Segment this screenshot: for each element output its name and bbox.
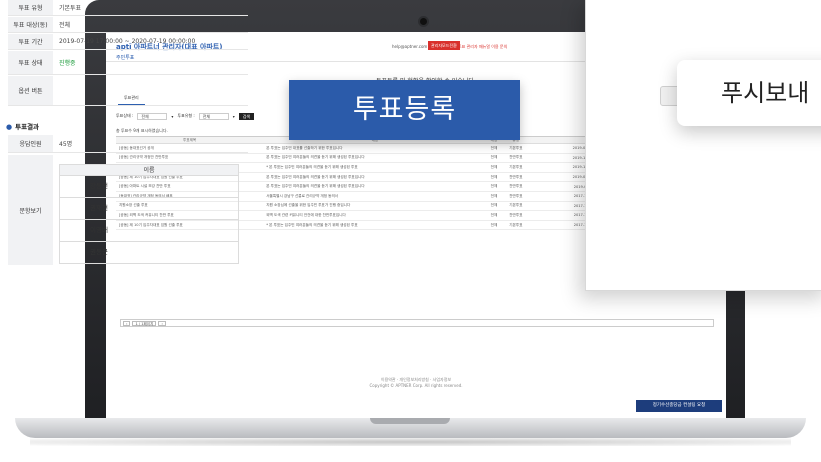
filter-status-select[interactable]: 전체: [137, 112, 168, 120]
detail-value: [53, 76, 248, 105]
vote-result-section-title: ● 투표결과: [6, 123, 40, 131]
filter-bar: 투표상태 : 전체 ▾ 투표유형 : 전체 ▾ 검색: [116, 112, 255, 120]
name-column-header: 이름: [59, 164, 239, 176]
respondents-value: 45명: [59, 141, 73, 148]
vote-target-cell: 전체: [486, 162, 502, 173]
laptop-notch: [370, 418, 450, 424]
detail-label: 옵션 버튼: [8, 76, 53, 105]
detail-label: 투표 대상(동): [8, 17, 53, 32]
vote-type-cell: 찬반투표: [501, 172, 531, 183]
vote-desc-cell: 지원 소장님에 선출을 위한 입주민 투표가 진행 중입니다: [263, 201, 487, 212]
respondent-name: 권동근: [59, 242, 239, 264]
question-label: 문항보기: [8, 155, 53, 265]
manual-link[interactable]: 투표 관리자 매뉴얼 이용 문의: [458, 44, 507, 50]
vote-type-cell: 찬반투표: [501, 181, 531, 192]
detail-row: 투표 상태 진행중: [8, 51, 248, 75]
vote-type-cell: 기본투표: [501, 143, 531, 154]
vote-target-cell: 전체: [486, 181, 502, 192]
vote-count: 총 투표수 9개 표시하였습니다.: [116, 128, 168, 133]
vote-desc-cell: 본 투표는 입주민 대표를 선출하기 위한 투표입니다: [263, 143, 487, 154]
bullet-icon: ●: [6, 123, 13, 131]
detail-row: 투표 기간 2019-07-19 17:00:00 ~ 2020-07-19 00…: [8, 34, 248, 50]
consulting-request-button[interactable]: 정기수선충당금 컨설팅 요청: [636, 400, 722, 412]
vote-desc-cell: 본 투표는 입주민 여러분들의 의견을 듣기 위해 생성된 투표입니다: [263, 153, 487, 164]
detail-value: 기본투표: [59, 5, 82, 12]
respondents-row: 응답인원 45명: [8, 135, 248, 153]
respondents-label: 응답인원: [8, 135, 53, 152]
vote-type-cell: 기본투표: [501, 201, 531, 212]
vote-desc-cell: 본 투표는 입주민 여러분들의 의견을 듣기 위해 생성된 투표입니다: [263, 181, 487, 192]
vote-desc-cell: * 본 투표는 입주민 여러분들의 의견을 듣기 위해 생성된 투표: [263, 220, 487, 231]
vote-target-cell: 전체: [486, 191, 502, 202]
detail-label: 투표 상태: [8, 51, 53, 74]
camera-dot: [420, 18, 427, 25]
vote-target-cell: 전체: [486, 210, 502, 221]
vote-target-cell: 전체: [486, 172, 502, 183]
detail-row: 옵션 버튼: [8, 76, 248, 106]
push-popup-label: 푸시보내: [721, 79, 810, 107]
vote-desc-cell: 서울특별시 강남구 선릉로 관리규약 개정 동의서: [263, 191, 487, 202]
vote-target-cell: 전체: [486, 153, 502, 164]
filter-status-label: 투표상태 :: [116, 113, 134, 118]
laptop-shadow: [30, 438, 791, 446]
vote-desc-cell: * 본 투표는 입주민 여러분들의 의견을 듣기 위해 생성된 투표: [263, 162, 487, 173]
vote-register-callout: 투표등록: [289, 80, 520, 140]
vote-type-cell: 찬반투표: [501, 210, 531, 221]
detail-label: 투표 유형: [8, 0, 53, 15]
admin-user-email: help@aptner.com ·: [392, 44, 430, 49]
pagination: ‹ 1 / 1페이지 ›: [120, 319, 714, 327]
vote-detail-panel: [585, 0, 821, 291]
vote-type-cell: 기본투표: [501, 220, 531, 231]
prev-page-button[interactable]: ‹: [123, 321, 131, 326]
chevron-down-icon: ▾: [171, 113, 174, 119]
vote-target-cell: 전체: [486, 143, 502, 154]
detail-label: 투표 기간: [8, 34, 53, 49]
vote-type-cell: 찬반투표: [501, 191, 531, 202]
detail-row: 투표 대상(동) 전체: [8, 17, 248, 33]
vote-desc-cell: 본 투표는 입주민 여러분들의 의견을 듣기 위해 생성된 투표입니다: [263, 172, 487, 183]
chevron-down-icon: ▾: [232, 113, 235, 119]
filter-type-select[interactable]: 전체: [198, 112, 229, 120]
filter-type-label: 투표유형 :: [177, 113, 195, 118]
vote-target-cell: 전체: [486, 201, 502, 212]
push-popup[interactable]: 푸시보내: [677, 60, 821, 126]
detail-value: 진행중: [59, 60, 76, 67]
search-button[interactable]: 검색: [238, 112, 255, 120]
vote-target-cell: 전체: [486, 220, 502, 231]
detail-value: 전체: [59, 22, 71, 29]
footer: 이용약관 · 개인정보처리방침 · 사업자정보 Copyright © APTN…: [106, 377, 726, 389]
vote-desc-cell: 외벽 도색 관련 커뮤니티 안건에 대한 찬반투표입니다: [263, 210, 487, 221]
respondent-name: 이영배: [59, 220, 239, 242]
vote-type-cell: 기본투표: [501, 162, 531, 173]
page-indicator: 1 / 1페이지: [132, 321, 157, 326]
vote-type-cell: 찬반투표: [501, 153, 531, 164]
next-page-button[interactable]: ›: [158, 321, 166, 326]
respondent-name: 권재현: [59, 198, 239, 220]
copyright: Copyright © APTNER Corp. All rights rese…: [369, 383, 463, 388]
detail-value: 2019-07-19 17:00:00 ~ 2020-07-19 00:00:0…: [59, 38, 196, 45]
admin-mode-button[interactable]: 관리자모드전환: [428, 41, 460, 50]
respondent-name: 강동언: [59, 176, 239, 198]
detail-row: 투표 유형 기본투표: [8, 0, 248, 16]
